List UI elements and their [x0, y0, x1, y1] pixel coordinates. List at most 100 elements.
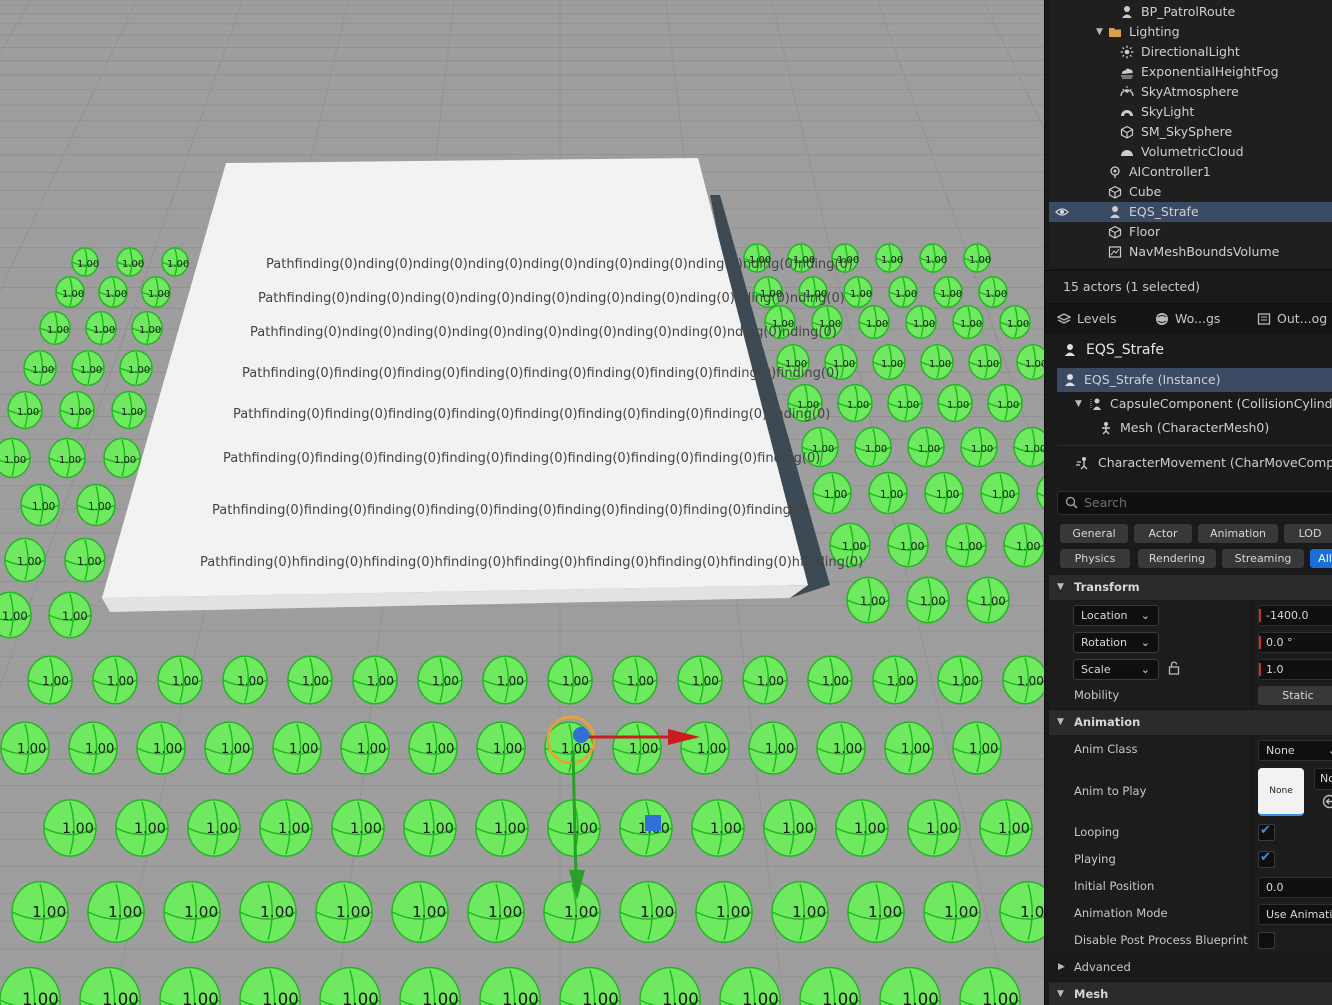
- outliner-item-skylight[interactable]: SkyLight: [1049, 102, 1332, 122]
- collapse-arrow-icon[interactable]: ▼: [1075, 392, 1082, 416]
- component-tree[interactable]: EQS_Strafe (Instance) ▼ CapsuleComponent…: [1057, 368, 1332, 480]
- actor-count-text: 15 actors (1 selected): [1063, 279, 1201, 294]
- filter-button-lod[interactable]: LOD: [1284, 524, 1332, 543]
- eqs-score-label: 1.00: [32, 365, 54, 376]
- eqs-score-label: 1.00: [997, 400, 1019, 411]
- eqs-score-label: 1.00: [847, 400, 869, 411]
- scale-x-field[interactable]: 1.0: [1258, 659, 1332, 680]
- eqs-score-label: 1.00: [357, 742, 386, 757]
- component-row-capsule[interactable]: ▼ CapsuleComponent (CollisionCylinder): [1057, 392, 1332, 416]
- component-row-instance[interactable]: EQS_Strafe (Instance): [1057, 368, 1332, 392]
- section-transform-label: Transform: [1074, 580, 1140, 594]
- viewport-scene[interactable]: 1.00 1.00 1.00 1.00 1.00 1.00 1.00 1.00 1.00 1.00…: [0, 0, 1044, 1005]
- rotation-label: Rotation: [1081, 636, 1128, 649]
- outliner-item-navmeshboundsvolume[interactable]: NavMeshBoundsVolume: [1049, 242, 1332, 262]
- location-dropdown[interactable]: Location ⌄: [1073, 605, 1159, 626]
- eqs-score-label: 1.00: [17, 555, 42, 568]
- mobility-label: Mobility: [1074, 688, 1120, 702]
- section-mesh[interactable]: ▼ Mesh: [1049, 982, 1332, 1005]
- advanced-row[interactable]: ▶ Advanced: [1049, 954, 1332, 982]
- eqs-score-label: 1.00: [822, 674, 849, 688]
- pathfinding-debug-label: Pathfinding(0)nding(0)nding(0)nding(0)nd…: [258, 291, 845, 306]
- eqs-score-label: 1.00: [494, 821, 526, 837]
- outliner-item-exponentialheightfog[interactable]: ExponentialHeightFog: [1049, 62, 1332, 82]
- scale-dropdown[interactable]: Scale ⌄: [1073, 659, 1159, 680]
- animation-mode-select[interactable]: Use Animation: [1258, 904, 1332, 925]
- level-viewport[interactable]: 1.00 1.00 1.00 1.00 1.00 1.00 1.00 1.00 1.00 1.00…: [0, 0, 1044, 1005]
- mobility-static-button[interactable]: Static: [1258, 686, 1332, 705]
- eqs-score-label: 1.00: [278, 821, 310, 837]
- column-divider: [1252, 873, 1253, 900]
- outliner-item-label: AIController1: [1129, 164, 1211, 179]
- initial-position-field[interactable]: 0.0: [1258, 877, 1332, 898]
- anim-to-play-select[interactable]: No: [1314, 768, 1332, 790]
- component-row-mesh[interactable]: Mesh (CharacterMesh0): [1057, 416, 1332, 440]
- browse-arrow-icon[interactable]: [1322, 794, 1332, 809]
- static-mesh-icon: [1120, 125, 1134, 139]
- eqs-score-label: 1.00: [122, 259, 144, 270]
- outliner-item-eqs-strafe[interactable]: EQS_Strafe: [1049, 202, 1332, 222]
- column-divider: [1252, 682, 1253, 709]
- eqs-score-label: 1.00: [32, 903, 66, 921]
- filter-button-all[interactable]: All: [1310, 549, 1332, 568]
- outliner-item-floor[interactable]: Floor: [1049, 222, 1332, 242]
- collapse-arrow-icon: ▼: [1057, 717, 1064, 727]
- component-row-movement[interactable]: CharacterMovement (CharMoveComp): [1057, 451, 1332, 475]
- prop-disable-post-process: Disable Post Process Blueprint: [1049, 927, 1332, 955]
- outliner-item-aicontroller1[interactable]: AIController1: [1049, 162, 1332, 182]
- outliner-item-sm-skysphere[interactable]: SM_SkySphere: [1049, 122, 1332, 142]
- disable-post-process-checkbox[interactable]: [1258, 932, 1275, 949]
- world-outliner[interactable]: BP_PatrolRoute ▼ Lighting DirectionalLight E…: [1049, 0, 1332, 268]
- selected-actor-marker[interactable]: [645, 815, 661, 831]
- rotation-dropdown[interactable]: Rotation ⌄: [1073, 632, 1159, 653]
- gizmo-center-handle[interactable]: [573, 727, 589, 743]
- outliner-item-skyatmosphere[interactable]: SkyAtmosphere: [1049, 82, 1332, 102]
- outliner-item-lighting[interactable]: ▼ Lighting: [1049, 22, 1332, 42]
- filter-button-rendering[interactable]: Rendering: [1138, 549, 1216, 568]
- collapse-arrow-icon[interactable]: ▼: [1096, 22, 1103, 42]
- outliner-item-label: Floor: [1129, 224, 1161, 239]
- looping-label: Looping: [1074, 825, 1120, 839]
- prop-location: Location ⌄ -1400.0: [1049, 601, 1332, 629]
- filter-button-animation[interactable]: Animation: [1198, 524, 1278, 543]
- pathfinding-debug-label: Pathfinding(0)nding(0)nding(0)nding(0)nd…: [250, 325, 837, 340]
- pathfinding-debug-label: Pathfinding(0)nding(0)nding(0)nding(0)nd…: [266, 257, 853, 272]
- outliner-item-directionallight[interactable]: DirectionalLight: [1049, 42, 1332, 62]
- playing-checkbox[interactable]: ✔: [1258, 850, 1275, 868]
- pathfinding-debug-label: Pathfinding(0)finding(0)finding(0)findin…: [233, 407, 830, 422]
- levels-icon: [1057, 313, 1071, 324]
- component-label: CapsuleComponent (CollisionCylinder): [1110, 396, 1332, 411]
- eqs-score-label: 1.00: [977, 359, 999, 370]
- outliner-item-label: Cube: [1129, 184, 1162, 199]
- outliner-item-cube[interactable]: Cube: [1049, 182, 1332, 202]
- checkmark-icon: ✔: [1260, 850, 1271, 865]
- filter-button-actor[interactable]: Actor: [1134, 524, 1192, 543]
- eqs-score-label: 1.00: [167, 259, 189, 270]
- eye-icon[interactable]: [1055, 207, 1069, 217]
- filter-button-general[interactable]: General: [1060, 524, 1128, 543]
- anim-thumbnail[interactable]: None: [1258, 768, 1304, 816]
- eqs-score-label: 1.00: [562, 674, 589, 688]
- eqs-score-label: 1.00: [172, 674, 199, 688]
- outliner-item-bp-patrolroute[interactable]: BP_PatrolRoute: [1049, 2, 1332, 22]
- location-x-field[interactable]: -1400.0: [1258, 605, 1332, 626]
- rotation-x-field[interactable]: 0.0 °: [1258, 632, 1332, 653]
- lock-icon[interactable]: [1168, 661, 1180, 675]
- eqs-score-label: 1.00: [936, 489, 959, 501]
- details-search-input[interactable]: Search: [1057, 491, 1332, 515]
- section-animation[interactable]: ▼ Animation: [1049, 710, 1332, 735]
- static-mesh-icon: [1108, 225, 1122, 239]
- outliner-item-volumetriccloud[interactable]: VolumetricCloud: [1049, 142, 1332, 162]
- filter-button-streaming[interactable]: Streaming: [1222, 549, 1304, 568]
- eqs-score-label: 1.00: [367, 674, 394, 688]
- playing-label: Playing: [1074, 852, 1116, 866]
- filter-button-physics[interactable]: Physics: [1060, 549, 1130, 568]
- anim-class-select[interactable]: None ⌄: [1258, 740, 1332, 761]
- eqs-score-label: 1.00: [742, 990, 779, 1005]
- looping-checkbox[interactable]: ✔: [1258, 823, 1275, 841]
- scale-label: Scale: [1081, 663, 1111, 676]
- eqs-score-label: 1.00: [901, 742, 930, 757]
- expand-arrow-icon: ▶: [1058, 962, 1065, 972]
- section-transform[interactable]: ▼ Transform: [1049, 575, 1332, 600]
- eqs-score-label: 1.00: [1017, 674, 1044, 688]
